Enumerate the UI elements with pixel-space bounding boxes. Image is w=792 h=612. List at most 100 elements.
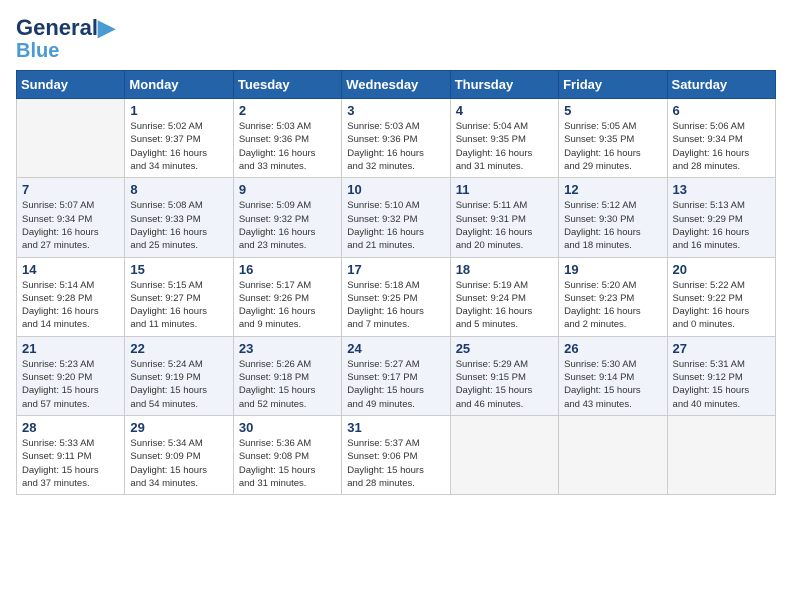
day-number: 22 [130,341,227,356]
day-info: Sunrise: 5:31 AM Sunset: 9:12 PM Dayligh… [673,358,770,411]
calendar-cell: 6 Sunrise: 5:06 AM Sunset: 9:34 PM Daylig… [667,99,775,178]
day-number: 3 [347,103,444,118]
calendar-cell: 10 Sunrise: 5:10 AM Sunset: 9:32 PM Dayli… [342,178,450,257]
calendar-cell: 13 Sunrise: 5:13 AM Sunset: 9:29 PM Dayli… [667,178,775,257]
day-info: Sunrise: 5:18 AM Sunset: 9:25 PM Dayligh… [347,279,444,332]
day-info: Sunrise: 5:33 AM Sunset: 9:11 PM Dayligh… [22,437,119,490]
col-header-tuesday: Tuesday [233,71,341,99]
day-number: 27 [673,341,770,356]
day-info: Sunrise: 5:05 AM Sunset: 9:35 PM Dayligh… [564,120,661,173]
day-number: 2 [239,103,336,118]
calendar-week-3: 14Sunrise: 5:14 AM Sunset: 9:28 PM Dayli… [17,257,776,336]
calendar-cell: 3 Sunrise: 5:03 AM Sunset: 9:36 PM Daylig… [342,99,450,178]
day-info: Sunrise: 5:08 AM Sunset: 9:33 PM Dayligh… [130,199,227,252]
day-number: 8 [130,182,227,197]
calendar-cell: 29 Sunrise: 5:34 AM Sunset: 9:09 PM Dayli… [125,415,233,494]
day-number: 30 [239,420,336,435]
day-info: Sunrise: 5:19 AM Sunset: 9:24 PM Dayligh… [456,279,553,332]
day-info: Sunrise: 5:26 AM Sunset: 9:18 PM Dayligh… [239,358,336,411]
day-info: Sunrise: 5:04 AM Sunset: 9:35 PM Dayligh… [456,120,553,173]
day-info: Sunrise: 5:30 AM Sunset: 9:14 PM Dayligh… [564,358,661,411]
logo: General▶ Blue [16,16,115,62]
calendar-cell: 23 Sunrise: 5:26 AM Sunset: 9:18 PM Dayli… [233,336,341,415]
calendar-cell: 8 Sunrise: 5:08 AM Sunset: 9:33 PM Daylig… [125,178,233,257]
day-number: 10 [347,182,444,197]
day-number: 23 [239,341,336,356]
calendar-cell [559,415,667,494]
day-number: 18 [456,262,553,277]
calendar-cell: 4 Sunrise: 5:04 AM Sunset: 9:35 PM Daylig… [450,99,558,178]
calendar-cell: 19Sunrise: 5:20 AM Sunset: 9:23 PM Dayli… [559,257,667,336]
day-number: 13 [673,182,770,197]
calendar-cell: 22 Sunrise: 5:24 AM Sunset: 9:19 PM Dayli… [125,336,233,415]
day-number: 24 [347,341,444,356]
day-info: Sunrise: 5:37 AM Sunset: 9:06 PM Dayligh… [347,437,444,490]
day-number: 31 [347,420,444,435]
col-header-wednesday: Wednesday [342,71,450,99]
day-info: Sunrise: 5:34 AM Sunset: 9:09 PM Dayligh… [130,437,227,490]
day-info: Sunrise: 5:15 AM Sunset: 9:27 PM Dayligh… [130,279,227,332]
day-number: 17 [347,262,444,277]
calendar-week-1: 1Sunrise: 5:02 AM Sunset: 9:37 PM Daylig… [17,99,776,178]
col-header-sunday: Sunday [17,71,125,99]
day-number: 21 [22,341,119,356]
day-info: Sunrise: 5:09 AM Sunset: 9:32 PM Dayligh… [239,199,336,252]
day-number: 5 [564,103,661,118]
calendar-cell: 12 Sunrise: 5:12 AM Sunset: 9:30 PM Dayli… [559,178,667,257]
day-info: Sunrise: 5:06 AM Sunset: 9:34 PM Dayligh… [673,120,770,173]
calendar-week-5: 28 Sunrise: 5:33 AM Sunset: 9:11 PM Dayli… [17,415,776,494]
day-number: 12 [564,182,661,197]
day-info: Sunrise: 5:23 AM Sunset: 9:20 PM Dayligh… [22,358,119,411]
day-info: Sunrise: 5:29 AM Sunset: 9:15 PM Dayligh… [456,358,553,411]
calendar-cell: 25 Sunrise: 5:29 AM Sunset: 9:15 PM Dayli… [450,336,558,415]
day-number: 7 [22,182,119,197]
day-number: 29 [130,420,227,435]
calendar-cell: 9 Sunrise: 5:09 AM Sunset: 9:32 PM Daylig… [233,178,341,257]
calendar-cell: 20 Sunrise: 5:22 AM Sunset: 9:22 PM Dayli… [667,257,775,336]
calendar-cell: 16 Sunrise: 5:17 AM Sunset: 9:26 PM Dayli… [233,257,341,336]
calendar-cell: 1Sunrise: 5:02 AM Sunset: 9:37 PM Daylig… [125,99,233,178]
calendar-cell: 14Sunrise: 5:14 AM Sunset: 9:28 PM Dayli… [17,257,125,336]
day-info: Sunrise: 5:07 AM Sunset: 9:34 PM Dayligh… [22,199,119,252]
day-info: Sunrise: 5:22 AM Sunset: 9:22 PM Dayligh… [673,279,770,332]
calendar-cell [450,415,558,494]
day-info: Sunrise: 5:14 AM Sunset: 9:28 PM Dayligh… [22,279,119,332]
day-info: Sunrise: 5:12 AM Sunset: 9:30 PM Dayligh… [564,199,661,252]
day-number: 25 [456,341,553,356]
day-info: Sunrise: 5:36 AM Sunset: 9:08 PM Dayligh… [239,437,336,490]
calendar-cell: 11 Sunrise: 5:11 AM Sunset: 9:31 PM Dayli… [450,178,558,257]
calendar-cell [667,415,775,494]
day-number: 4 [456,103,553,118]
day-number: 28 [22,420,119,435]
col-header-friday: Friday [559,71,667,99]
day-info: Sunrise: 5:17 AM Sunset: 9:26 PM Dayligh… [239,279,336,332]
calendar-cell: 21 Sunrise: 5:23 AM Sunset: 9:20 PM Dayli… [17,336,125,415]
calendar-week-4: 21 Sunrise: 5:23 AM Sunset: 9:20 PM Dayli… [17,336,776,415]
day-number: 6 [673,103,770,118]
day-number: 15 [130,262,227,277]
day-info: Sunrise: 5:20 AM Sunset: 9:23 PM Dayligh… [564,279,661,332]
calendar-cell: 15 Sunrise: 5:15 AM Sunset: 9:27 PM Dayli… [125,257,233,336]
day-number: 9 [239,182,336,197]
day-info: Sunrise: 5:13 AM Sunset: 9:29 PM Dayligh… [673,199,770,252]
calendar-cell: 17 Sunrise: 5:18 AM Sunset: 9:25 PM Dayli… [342,257,450,336]
day-info: Sunrise: 5:24 AM Sunset: 9:19 PM Dayligh… [130,358,227,411]
day-number: 16 [239,262,336,277]
calendar-cell: 27 Sunrise: 5:31 AM Sunset: 9:12 PM Dayli… [667,336,775,415]
calendar-cell: 31 Sunrise: 5:37 AM Sunset: 9:06 PM Dayli… [342,415,450,494]
col-header-saturday: Saturday [667,71,775,99]
logo-text: General▶ [16,16,115,40]
day-info: Sunrise: 5:27 AM Sunset: 9:17 PM Dayligh… [347,358,444,411]
col-header-thursday: Thursday [450,71,558,99]
day-info: Sunrise: 5:11 AM Sunset: 9:31 PM Dayligh… [456,199,553,252]
day-number: 11 [456,182,553,197]
col-header-monday: Monday [125,71,233,99]
day-info: Sunrise: 5:03 AM Sunset: 9:36 PM Dayligh… [347,120,444,173]
day-number: 1 [130,103,227,118]
calendar-table: SundayMondayTuesdayWednesdayThursdayFrid… [16,70,776,495]
calendar-cell: 30 Sunrise: 5:36 AM Sunset: 9:08 PM Dayli… [233,415,341,494]
calendar-cell: 26Sunrise: 5:30 AM Sunset: 9:14 PM Dayli… [559,336,667,415]
calendar-week-2: 7 Sunrise: 5:07 AM Sunset: 9:34 PM Daylig… [17,178,776,257]
day-number: 20 [673,262,770,277]
day-info: Sunrise: 5:10 AM Sunset: 9:32 PM Dayligh… [347,199,444,252]
